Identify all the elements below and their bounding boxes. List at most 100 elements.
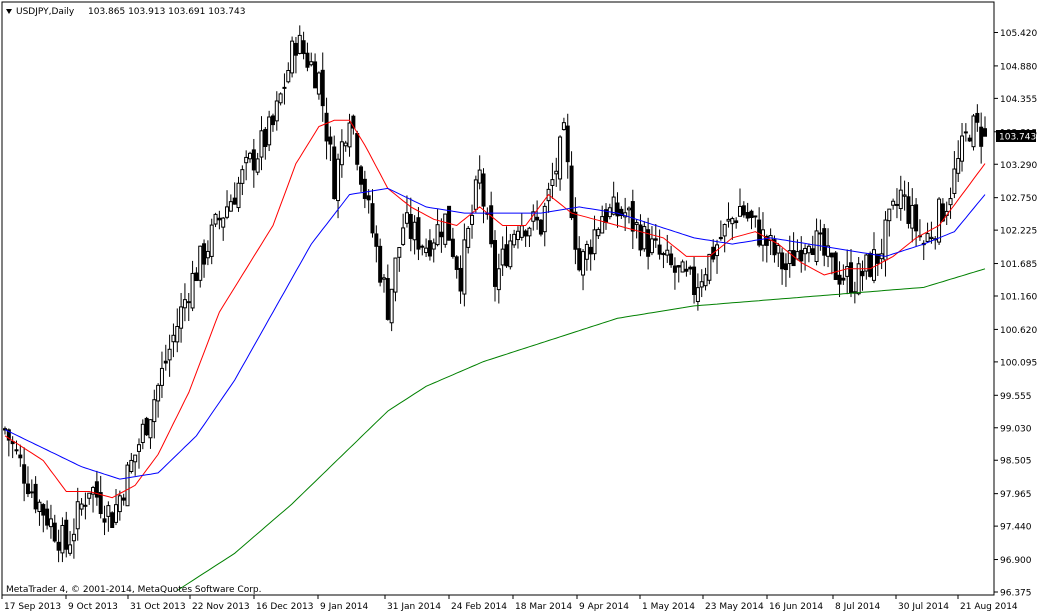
y-tick-label: 104.355 [1000, 95, 1037, 105]
candle-body-bear [718, 236, 723, 240]
y-tick-label: 97.440 [1000, 523, 1032, 533]
candle-body-bear [638, 224, 643, 251]
candle-body-bear [692, 266, 697, 296]
candle-body-bear [684, 268, 689, 272]
candle-body-bull [661, 253, 666, 256]
price-chart[interactable]: 105.420104.880104.355103.815103.290102.7… [0, 0, 1037, 615]
candle-body-bull [730, 218, 735, 225]
candle-body-bull [182, 299, 187, 309]
candle-body-bull [891, 200, 896, 206]
chart-header: USDJPY,Daily 103.865 103.913 103.691 103… [6, 7, 245, 17]
candle-body-bear [688, 266, 693, 270]
candle-body-bear [56, 541, 61, 551]
candle-body-bear [749, 210, 754, 219]
candle-body-bull [726, 218, 731, 222]
x-tick-label: 24 Feb 2014 [451, 602, 507, 612]
candle-body-bull [699, 281, 704, 288]
candle-body-bear [282, 86, 287, 89]
price-marker-label: 103.743 [999, 133, 1036, 143]
candle-body-bull [581, 251, 586, 276]
candle-body-bull [29, 491, 34, 494]
x-tick-label: 23 May 2014 [705, 602, 764, 612]
candle-body-bull [309, 61, 314, 66]
candle-body-bull [136, 444, 141, 452]
candle-body-bull [175, 325, 180, 343]
x-tick-label: 18 Mar 2014 [515, 602, 572, 612]
candle-body-bull [198, 245, 203, 281]
candle-body-bull [470, 214, 475, 225]
candle-body-bull [642, 226, 647, 250]
candle-body-bear [385, 278, 390, 320]
candle-body-bear [979, 126, 984, 147]
candle-body-bull [125, 464, 130, 507]
candle-body-bull [898, 189, 903, 210]
candle-body-bull [83, 504, 88, 507]
candle-body-bull [894, 203, 899, 206]
x-tick-label: 16 Dec 2013 [256, 602, 314, 612]
candle-body-bear [914, 204, 919, 232]
candle-body-bull [435, 224, 440, 246]
candle-body-bear [45, 508, 50, 526]
y-tick-label: 99.030 [1000, 424, 1032, 434]
candle-body-bear [458, 267, 463, 292]
candle-body-bull [910, 204, 915, 229]
candle-body-bull [255, 158, 260, 173]
candle-body-bear [653, 238, 658, 241]
candle-body-bull [424, 247, 429, 254]
candle-body-bull [79, 503, 84, 510]
candle-body-bull [508, 240, 513, 268]
candle-body-bull [404, 212, 409, 224]
chart-background [0, 0, 1037, 615]
candle-body-bear [378, 245, 383, 283]
candle-body-bull [297, 34, 302, 54]
candle-body-bull [956, 158, 961, 174]
candle-body-bull [347, 122, 352, 148]
candle-body-bear [504, 244, 509, 267]
candle-body-bear [841, 277, 846, 281]
candle-body-bull [106, 505, 111, 517]
candle-body-bear [741, 205, 746, 216]
candle-body-bull [244, 156, 249, 164]
candle-body-bear [669, 253, 674, 266]
candle-body-bull [473, 179, 478, 210]
candle-body-bear [22, 464, 27, 484]
candle-body-bear [734, 220, 739, 224]
candle-body-bull [515, 230, 520, 241]
candle-body-bull [496, 268, 501, 291]
candle-body-bear [64, 519, 69, 550]
candle-body-bull [389, 288, 394, 324]
candle-body-bull [500, 248, 505, 266]
candle-body-bear [102, 518, 107, 523]
candle-body-bull [152, 399, 157, 423]
candle-body-bear [906, 196, 911, 224]
candle-body-bear [818, 232, 823, 235]
candle-body-bear [25, 483, 30, 495]
y-tick-label: 102.750 [1000, 194, 1037, 204]
candle-body-bear [232, 197, 237, 205]
candle-body-bull [600, 216, 605, 234]
candle-body-bear [967, 137, 972, 142]
candle-body-bull [114, 504, 119, 523]
candle-body-bear [270, 115, 275, 126]
candle-body-bull [550, 179, 555, 186]
candle-body-bear [355, 133, 360, 165]
candle-body-bull [259, 130, 264, 158]
candle-body-bull [814, 230, 819, 262]
candle-body-bull [381, 277, 386, 280]
candle-body-bear [313, 61, 318, 89]
candle-body-bear [565, 125, 570, 163]
candle-body-bear [18, 454, 23, 459]
candle-body-bull [412, 221, 417, 241]
candle-body-bull [401, 227, 406, 245]
y-tick-label: 104.880 [1000, 62, 1037, 72]
candle-body-bear [983, 128, 987, 137]
candle-body-bear [849, 262, 854, 294]
candle-body-bull [952, 168, 957, 194]
candle-body-bear [489, 205, 494, 245]
x-tick-label: 21 Aug 2014 [960, 602, 1018, 612]
candle-body-bull [776, 245, 781, 254]
candle-body-bull [795, 251, 800, 260]
candle-body-bear [41, 504, 46, 516]
candle-body-bull [527, 227, 532, 237]
candle-body-bear [481, 173, 486, 207]
